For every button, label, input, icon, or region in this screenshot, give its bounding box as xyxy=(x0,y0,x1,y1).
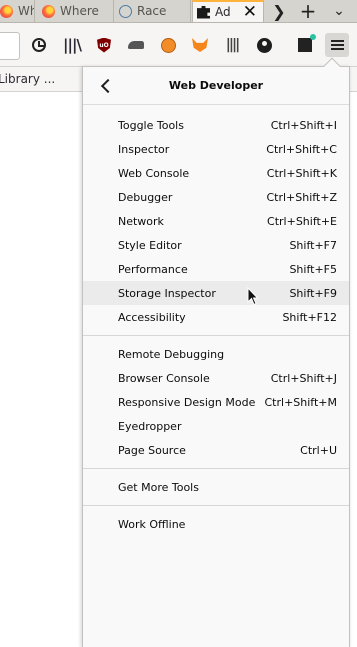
menu-item-network[interactable]: Network Ctrl+Shift+E xyxy=(83,209,349,233)
menu-item-label: Web Console xyxy=(118,166,190,180)
menu-item-storage-inspector[interactable]: Storage Inspector Shift+F9 xyxy=(83,281,349,305)
menu-separator xyxy=(83,468,349,469)
account-button[interactable] xyxy=(252,33,276,57)
menu-item-shortcut: Ctrl+Shift+E xyxy=(267,214,337,228)
tab-race[interactable]: Race xyxy=(115,0,191,22)
menu-separator xyxy=(83,335,349,336)
menu-item-label: Inspector xyxy=(118,142,170,156)
menu-item-label: Eyedropper xyxy=(118,419,182,433)
globe-icon xyxy=(119,4,132,18)
menu-item-web-console[interactable]: Web Console Ctrl+Shift+K xyxy=(83,161,349,185)
menu-item-shortcut: Ctrl+Shift+M xyxy=(264,395,338,409)
menu-item-eyedropper[interactable]: Eyedropper xyxy=(83,414,349,438)
tab-active-ad[interactable]: Ad ✕ xyxy=(192,0,264,22)
firefox-icon xyxy=(0,4,13,18)
menu-list: Toggle Tools Ctrl+Shift+I Inspector Ctrl… xyxy=(83,105,349,536)
library-button[interactable]: |||\ xyxy=(60,33,84,57)
tab-label: Race xyxy=(137,4,167,18)
menu-item-label: Page Source xyxy=(118,443,186,457)
history-button[interactable] xyxy=(27,33,51,57)
menu-item-label: Style Editor xyxy=(118,238,182,252)
ball-extension-button[interactable] xyxy=(156,33,180,57)
menu-item-browser-console[interactable]: Browser Console Ctrl+Shift+J xyxy=(83,366,349,390)
new-tab-button[interactable]: + xyxy=(293,0,323,23)
menu-item-responsive-design-mode[interactable]: Responsive Design Mode Ctrl+Shift+M xyxy=(83,390,349,414)
menu-item-label: Browser Console xyxy=(118,371,210,385)
menu-item-label: Toggle Tools xyxy=(118,118,184,132)
puzzle-icon xyxy=(197,5,210,19)
tab-scroll-right-button[interactable]: ❯ xyxy=(264,0,294,22)
menu-item-get-more-tools[interactable]: Get More Tools xyxy=(83,475,349,499)
sneaker-extension-button[interactable] xyxy=(124,33,148,57)
tab-where-2[interactable]: Where xyxy=(38,0,114,22)
menu-separator xyxy=(83,505,349,506)
sneaker-icon xyxy=(128,41,144,49)
menu-item-accessibility[interactable]: Accessibility Shift+F12 xyxy=(83,305,349,329)
ublock-button[interactable]: uO xyxy=(92,33,116,57)
basketball-icon xyxy=(160,37,176,53)
menu-item-style-editor[interactable]: Style Editor Shift+F7 xyxy=(83,233,349,257)
gift-icon xyxy=(298,34,316,52)
panel-title: Web Developer xyxy=(168,79,264,92)
firefox-icon xyxy=(42,4,55,18)
menu-item-performance[interactable]: Performance Shift+F5 xyxy=(83,257,349,281)
menu-item-shortcut: Shift+F9 xyxy=(289,286,337,300)
library-icon: |||\ xyxy=(63,36,82,54)
app-menu-button[interactable] xyxy=(325,33,349,57)
tab-strip: Where Where Race Ad ✕ ❯ + ⌄ xyxy=(0,0,357,23)
menu-item-shortcut: Ctrl+Shift+I xyxy=(270,118,337,132)
menu-item-label: Get More Tools xyxy=(118,480,199,494)
menu-item-toggle-tools[interactable]: Toggle Tools Ctrl+Shift+I xyxy=(83,113,349,137)
hamburger-menu-icon xyxy=(330,44,344,46)
nav-toolbar: |||\ uO |||| xyxy=(0,23,357,67)
web-developer-panel: Web Developer Toggle Tools Ctrl+Shift+I … xyxy=(82,66,350,647)
fox-extension-button[interactable] xyxy=(188,33,212,57)
menu-item-label: Storage Inspector xyxy=(118,286,216,300)
mouse-cursor-icon xyxy=(247,287,258,306)
menu-item-work-offline[interactable]: Work Offline xyxy=(83,512,349,536)
menu-item-shortcut: Shift+F7 xyxy=(289,238,337,252)
menu-item-page-source[interactable]: Page Source Ctrl+U xyxy=(83,438,349,462)
menu-item-label: Accessibility xyxy=(118,310,186,324)
bookmark-library[interactable]: Library ... xyxy=(0,72,55,86)
whats-new-button[interactable] xyxy=(293,33,317,57)
chevron-left-icon xyxy=(100,78,116,94)
clock-icon xyxy=(32,38,46,52)
menu-item-label: Responsive Design Mode xyxy=(118,395,256,409)
url-bar[interactable] xyxy=(0,32,20,60)
menu-item-remote-debugging[interactable]: Remote Debugging xyxy=(83,342,349,366)
fence-icon: |||| xyxy=(225,37,241,53)
ublock-origin-icon: uO xyxy=(97,37,111,53)
menu-item-label: Performance xyxy=(118,262,188,276)
list-all-tabs-button[interactable]: ⌄ xyxy=(324,0,354,22)
menu-item-shortcut: Ctrl+Shift+K xyxy=(266,166,337,180)
menu-item-shortcut: Shift+F12 xyxy=(282,310,337,324)
account-icon xyxy=(256,37,272,53)
menu-item-label: Remote Debugging xyxy=(118,347,225,361)
menu-item-inspector[interactable]: Inspector Ctrl+Shift+C xyxy=(83,137,349,161)
metamask-fox-icon xyxy=(192,38,208,52)
back-button[interactable] xyxy=(93,73,119,99)
menu-item-debugger[interactable]: Debugger Ctrl+Shift+Z xyxy=(83,185,349,209)
close-tab-icon[interactable]: ✕ xyxy=(243,2,257,22)
menu-item-shortcut: Ctrl+Shift+Z xyxy=(266,190,337,204)
panel-header: Web Developer xyxy=(83,67,349,105)
menu-item-shortcut: Ctrl+U xyxy=(300,443,337,457)
tab-label: Where xyxy=(60,4,99,18)
fence-extension-button[interactable]: |||| xyxy=(220,33,244,57)
menu-item-label: Debugger xyxy=(118,190,173,204)
menu-item-label: Network xyxy=(118,214,164,228)
menu-item-label: Work Offline xyxy=(118,517,186,531)
tab-where-1[interactable]: Where xyxy=(0,0,35,22)
menu-item-shortcut: Ctrl+Shift+J xyxy=(270,371,337,385)
tab-label: Where xyxy=(18,4,34,18)
menu-item-shortcut: Shift+F5 xyxy=(289,262,337,276)
tab-label: Ad xyxy=(215,5,231,19)
menu-item-shortcut: Ctrl+Shift+C xyxy=(266,142,337,156)
